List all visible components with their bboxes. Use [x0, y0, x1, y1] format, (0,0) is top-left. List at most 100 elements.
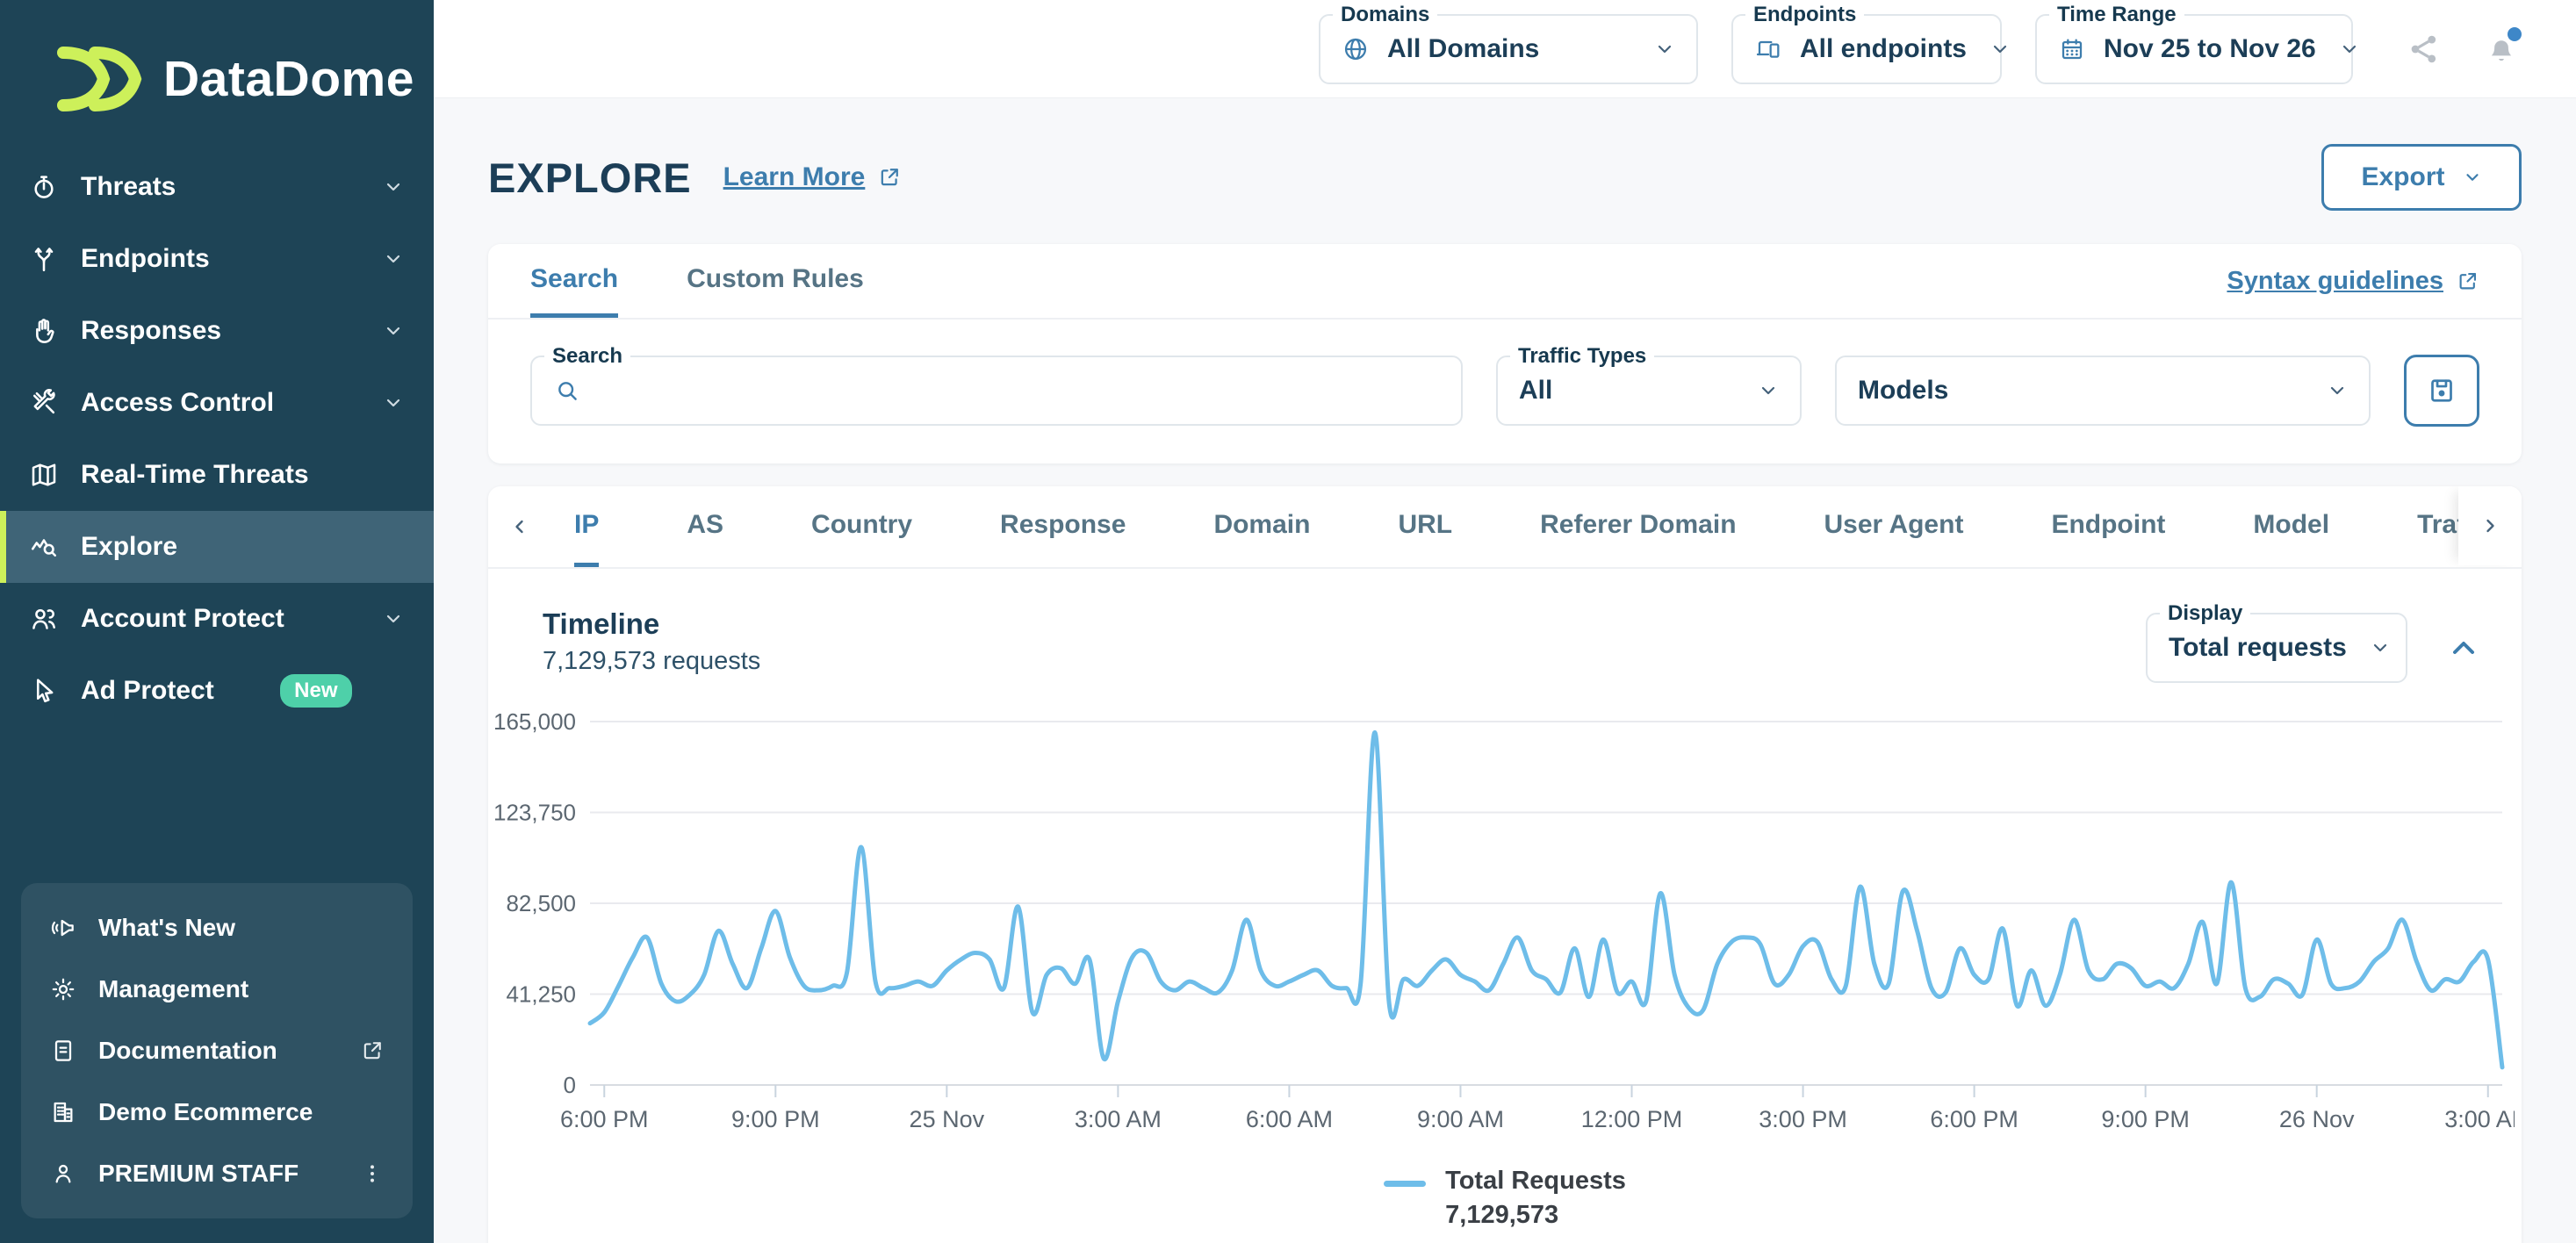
- sidebar-item-label: Responses: [81, 316, 383, 346]
- tabs-scroll-right-button[interactable]: [2458, 486, 2522, 565]
- tab-custom-rules[interactable]: Custom Rules: [687, 244, 864, 318]
- sidebar: DataDome Threats Endpoints: [0, 0, 434, 1243]
- sidebar-item-account-protect[interactable]: Account Protect: [0, 583, 434, 655]
- sidebar-item-label: Ad Protect: [81, 676, 266, 706]
- sidebar-item-label: Demo Ecommerce: [98, 1098, 313, 1126]
- save-search-button[interactable]: [2404, 355, 2479, 427]
- sidebar-item-real-time-threats[interactable]: Real-Time Threats: [0, 439, 434, 511]
- hand-icon: [28, 315, 60, 347]
- notifications-button[interactable]: [2483, 31, 2520, 68]
- collapse-chevron-up-icon[interactable]: [2446, 630, 2481, 665]
- tools-icon: [28, 387, 60, 419]
- display-dropdown[interactable]: Display Total requests: [2146, 613, 2407, 683]
- sidebar-item-management[interactable]: Management: [26, 959, 407, 1020]
- results-card: IP AS Country Response Domain URL Refere…: [488, 486, 2522, 1243]
- endpoints-label: Endpoints: [1745, 3, 1864, 27]
- share-icon[interactable]: [2406, 31, 2443, 68]
- svg-text:41,250: 41,250: [506, 981, 576, 1008]
- tab-response[interactable]: Response: [1000, 486, 1126, 567]
- sidebar-nav: Threats Endpoints Responses: [0, 151, 434, 727]
- search-field[interactable]: Search: [530, 356, 1463, 426]
- domains-dropdown[interactable]: Domains All Domains: [1319, 14, 1698, 84]
- syntax-guidelines-link[interactable]: Syntax guidelines: [2227, 244, 2479, 318]
- learn-more-link[interactable]: Learn More: [723, 162, 903, 192]
- brand-logo[interactable]: DataDome: [56, 46, 434, 112]
- chevron-down-icon: [1654, 39, 1675, 60]
- search-icon: [553, 377, 581, 405]
- svg-text:9:00 PM: 9:00 PM: [731, 1106, 820, 1132]
- search-input[interactable]: [599, 376, 1440, 406]
- new-badge: New: [280, 674, 351, 708]
- tab-ip[interactable]: IP: [574, 486, 599, 567]
- sidebar-item-whats-new[interactable]: What's New: [26, 897, 407, 959]
- sidebar-item-account-menu[interactable]: PREMIUM STAFF: [26, 1143, 407, 1204]
- chevron-left-icon: [509, 516, 530, 537]
- tab-country[interactable]: Country: [811, 486, 912, 567]
- devices-icon: [1754, 35, 1782, 63]
- svg-text:3:00 AM: 3:00 AM: [1075, 1106, 1162, 1132]
- tab-user-agent[interactable]: User Agent: [1824, 486, 1964, 567]
- tabs-scroll-left-button[interactable]: [488, 486, 551, 567]
- tab-endpoint[interactable]: Endpoint: [2051, 486, 2165, 567]
- svg-text:9:00 PM: 9:00 PM: [2101, 1106, 2190, 1132]
- sidebar-item-explore[interactable]: Explore: [0, 511, 434, 583]
- search-card: Search Custom Rules Syntax guidelines Se…: [488, 244, 2522, 463]
- chevron-down-icon: [383, 248, 404, 269]
- tab-model[interactable]: Model: [2253, 486, 2329, 567]
- sidebar-item-label: Real-Time Threats: [81, 460, 404, 490]
- endpoints-dropdown[interactable]: Endpoints All endpoints: [1731, 14, 2002, 84]
- domains-label: Domains: [1333, 3, 1437, 27]
- endpoints-icon: [28, 243, 60, 275]
- chevron-right-icon: [2479, 515, 2500, 536]
- threats-icon: [28, 171, 60, 203]
- kebab-menu-icon[interactable]: [360, 1161, 385, 1186]
- external-link-icon: [877, 165, 902, 190]
- sidebar-item-label: Account Protect: [81, 604, 383, 634]
- tab-referer-domain[interactable]: Referer Domain: [1540, 486, 1736, 567]
- sidebar-item-label: Management: [98, 975, 248, 1003]
- sidebar-item-threats[interactable]: Threats: [0, 151, 434, 223]
- cursor-icon: [28, 675, 60, 707]
- traffic-types-value: All: [1519, 376, 1735, 406]
- tab-as[interactable]: AS: [687, 486, 723, 567]
- dimension-tabs: IP AS Country Response Domain URL Refere…: [551, 486, 2522, 567]
- tab-search[interactable]: Search: [530, 244, 618, 318]
- svg-text:3:00 PM: 3:00 PM: [1759, 1106, 1847, 1132]
- sidebar-item-documentation[interactable]: Documentation: [26, 1020, 407, 1081]
- chevron-down-icon: [383, 608, 404, 629]
- chevron-down-icon: [2327, 380, 2348, 401]
- tab-domain[interactable]: Domain: [1213, 486, 1310, 567]
- legend-value: 7,129,573: [1445, 1201, 1626, 1230]
- traffic-types-dropdown[interactable]: Traffic Types All: [1496, 356, 1802, 426]
- chevron-down-icon: [383, 176, 404, 198]
- models-dropdown[interactable]: Models: [1835, 356, 2371, 426]
- filter-row: Search Traffic Types All Models: [488, 320, 2522, 463]
- timeline-title: Timeline: [543, 607, 760, 641]
- tab-url[interactable]: URL: [1398, 486, 1452, 567]
- svg-text:26 Nov: 26 Nov: [2279, 1106, 2355, 1132]
- export-button[interactable]: Export: [2321, 144, 2522, 211]
- svg-text:3:00 AM: 3:00 AM: [2444, 1106, 2515, 1132]
- chevron-down-icon: [1758, 380, 1779, 401]
- document-icon: [49, 1037, 77, 1065]
- chevron-down-icon: [2370, 637, 2391, 658]
- megaphone-icon: [49, 914, 77, 942]
- timeline-chart[interactable]: 041,25082,500123,750165,0006:00 PM9:00 P…: [488, 697, 2522, 1158]
- time-range-value: Nov 25 to Nov 26: [2104, 34, 2316, 64]
- endpoints-value: All endpoints: [1800, 34, 1967, 64]
- page-title: EXPLORE: [488, 154, 692, 202]
- chart-legend: Total Requests 7,129,573: [488, 1167, 2522, 1230]
- sidebar-item-ad-protect[interactable]: Ad Protect New: [0, 655, 434, 727]
- sidebar-item-label: Access Control: [81, 388, 383, 418]
- sidebar-item-label: What's New: [98, 914, 235, 942]
- svg-text:82,500: 82,500: [506, 890, 576, 916]
- svg-text:9:00 AM: 9:00 AM: [1417, 1106, 1504, 1132]
- timeline-subtitle: 7,129,573 requests: [543, 647, 760, 676]
- time-range-dropdown[interactable]: Time Range Nov 25 to Nov 26: [2035, 14, 2353, 84]
- sidebar-item-access-control[interactable]: Access Control: [0, 367, 434, 439]
- sidebar-item-label: Threats: [81, 172, 383, 202]
- sidebar-item-demo-ecommerce[interactable]: Demo Ecommerce: [26, 1081, 407, 1143]
- sidebar-item-responses[interactable]: Responses: [0, 295, 434, 367]
- sidebar-item-label: Documentation: [98, 1037, 277, 1065]
- sidebar-item-endpoints[interactable]: Endpoints: [0, 223, 434, 295]
